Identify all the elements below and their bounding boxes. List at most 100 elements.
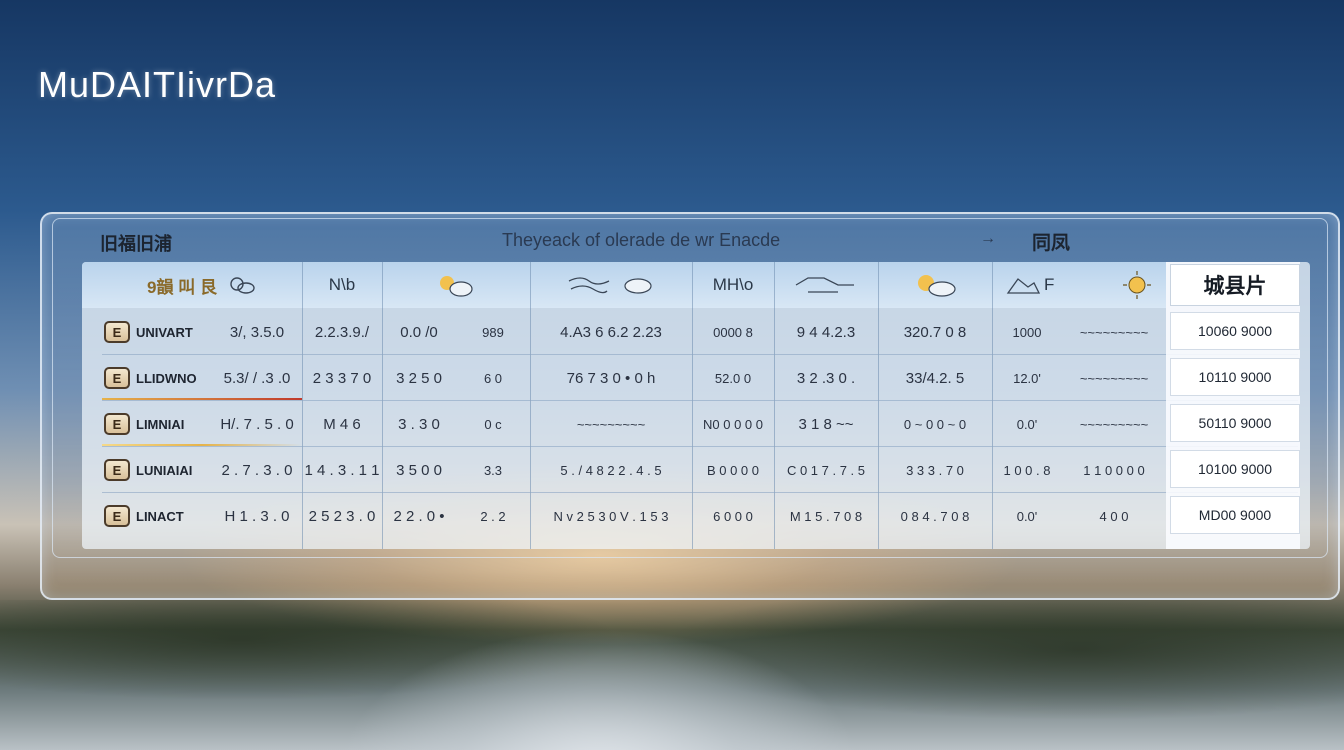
- table-cell: 0 c: [484, 416, 502, 432]
- table-cell: 0.0': [1016, 508, 1038, 524]
- table-cell: 3 3 3 . 7 0: [906, 462, 964, 478]
- cloud-icon: [624, 278, 652, 294]
- header-label: F: [1044, 275, 1055, 294]
- table-cell: 4 0 0: [1099, 508, 1129, 524]
- table-cell: 3 1 8 ~~: [798, 415, 854, 433]
- table-cell: 1000: [1012, 324, 1042, 340]
- table-cell: 2 3 3 7 0: [312, 369, 372, 387]
- table-cell: 1 4 . 3 . 1 1: [304, 461, 380, 479]
- table-cell: 0.0 /0: [400, 323, 438, 341]
- month-label: LLIDWNO: [136, 370, 197, 386]
- right-cell[interactable]: 10060 9000: [1170, 312, 1300, 350]
- panel-header-left: 旧福旧浦: [100, 234, 172, 254]
- arrow-icon[interactable]: →: [980, 230, 996, 248]
- table-cell: 3.3: [483, 462, 503, 478]
- table-cell: 6 0: [483, 370, 503, 386]
- row-divider: [102, 492, 1298, 493]
- table-cell: 52.0 0: [714, 370, 752, 386]
- month-badge: E: [104, 367, 130, 389]
- row-divider: [102, 446, 1298, 447]
- wind-icon: [568, 277, 610, 294]
- table-cell: 0.0': [1016, 416, 1038, 432]
- table-cell: 5.3/ / .3 .0: [223, 369, 291, 387]
- table-cell: 2.2.3.9./: [314, 323, 370, 341]
- table-cell: 12.0': [1013, 370, 1041, 386]
- right-cell[interactable]: 10100 9000: [1170, 450, 1300, 488]
- month-badge: E: [104, 413, 130, 435]
- right-column-header[interactable]: 城县片: [1170, 264, 1300, 306]
- table-cell: 4.A3 6 6.2 2.23: [560, 323, 662, 341]
- wind-icon: [795, 277, 854, 293]
- header-label: N\b: [328, 275, 356, 294]
- table-cell: M 4 6: [323, 415, 361, 433]
- table-cell: 0 8 4 . 7 0 8: [900, 508, 970, 524]
- header-cell-9[interactable]: F: [992, 262, 1166, 308]
- month-label: UNIVART: [136, 324, 193, 340]
- table-cell: H 1 . 3 . 0: [224, 507, 290, 525]
- header-cell-1[interactable]: N\b: [302, 262, 382, 308]
- mountain-icon: [1006, 278, 1040, 294]
- header-label: MH\o: [712, 275, 754, 294]
- table-cell: 3/, 3.5.0: [229, 323, 285, 341]
- table-cell: C 0 1 7 . 7 . 5: [786, 462, 866, 478]
- table-cell: 0 ~ 0 0 ~ 0: [903, 416, 967, 432]
- header-cell-0[interactable]: 9韻 叫 艮: [102, 262, 302, 308]
- table-cell: N0 0 0 0 0: [703, 416, 763, 432]
- table-row-month[interactable]: E LLIDWNO: [104, 356, 197, 400]
- table-cell: 1 1 0 0 0 0: [1083, 462, 1145, 478]
- table-cell: 2 . 7 . 3 . 0: [221, 461, 293, 479]
- table-cell: 989: [482, 324, 504, 340]
- table-cell: 33/4.2. 5: [905, 369, 965, 387]
- background-landscape: [0, 600, 1344, 750]
- row-divider: [102, 354, 1298, 355]
- table-header-row: 9韻 叫 艮 N\b MH\o F: [82, 262, 1166, 308]
- table-cell: 2 5 2 3 . 0: [308, 507, 376, 525]
- table-cell: ~~~~~~~~~: [1079, 416, 1149, 432]
- header-cell-7[interactable]: [774, 262, 878, 308]
- table-cell: 3 2 5 0: [396, 369, 442, 387]
- table-cell: M 1 5 . 7 0 8: [789, 508, 863, 524]
- month-label: LUNIAIAI: [136, 462, 193, 478]
- table-cell: H/. 7 . 5 . 0: [220, 415, 294, 433]
- table-cell: 3 2 .3 0 .: [796, 369, 856, 387]
- header-cell-4[interactable]: [530, 262, 692, 308]
- header-label: 9韻 叫 艮: [147, 277, 217, 297]
- month-badge: E: [104, 505, 130, 527]
- table-cell: 9 4 4.2.3: [796, 323, 856, 341]
- table-cell: 0000 8: [713, 324, 753, 340]
- header-cell-8[interactable]: [878, 262, 992, 308]
- sun-cloud-icon: [918, 275, 956, 297]
- table-row-month[interactable]: E LINACT: [104, 494, 184, 538]
- table-cell: B 0 0 0 0: [706, 462, 760, 478]
- table-cell: 2 2 . 0 •: [393, 507, 445, 525]
- table-cell: 76 7 3 0 • 0 h: [566, 369, 656, 387]
- header-cell-6[interactable]: MH\o: [692, 262, 774, 308]
- right-cell[interactable]: 50110 9000: [1170, 404, 1300, 442]
- right-column: 城县片 10060 9000 10110 9000 50110 9000 101…: [1166, 262, 1300, 549]
- sun-cloud-icon: [230, 277, 255, 294]
- table-cell: ~~~~~~~~~: [1079, 370, 1149, 386]
- forecast-table: 9韻 叫 艮 N\b MH\o F E UNIVART 3/, 3.5.0 2.…: [82, 262, 1310, 549]
- table-cell: 5 . / 4 8 2 2 . 4 . 5: [560, 462, 662, 478]
- table-cell: 2 . 2: [480, 508, 506, 524]
- table-cell: 3 . 3 0: [398, 415, 440, 433]
- table-row-month[interactable]: E LUNIAIAI: [104, 448, 192, 492]
- table-cell: ~~~~~~~~~: [1079, 324, 1149, 340]
- month-label: LIMNIAI: [136, 416, 185, 432]
- table-row-month[interactable]: E UNIVART: [104, 310, 193, 354]
- header-cell-2[interactable]: [382, 262, 530, 308]
- table-cell: 1 0 0 . 8: [1003, 462, 1051, 478]
- sun-icon: [1123, 271, 1151, 299]
- table-row-month[interactable]: E LIMNIAI: [104, 402, 184, 446]
- right-cell[interactable]: 10110 9000: [1170, 358, 1300, 396]
- right-cell[interactable]: MD00 9000: [1170, 496, 1300, 534]
- panel-title: Theyeack of olerade de wr Enacde: [502, 230, 781, 250]
- brand-title: MuDAITIivrDa: [38, 64, 277, 105]
- row-divider: [102, 400, 1298, 401]
- month-badge: E: [104, 459, 130, 481]
- table-cell: 3 5 0 0: [396, 461, 442, 479]
- month-badge: E: [104, 321, 130, 343]
- month-label: LINACT: [136, 508, 184, 524]
- panel-header-right: 同凤: [1032, 233, 1071, 254]
- weather-panel: 旧福旧浦 Theyeack of olerade de wr Enacde → …: [40, 212, 1340, 600]
